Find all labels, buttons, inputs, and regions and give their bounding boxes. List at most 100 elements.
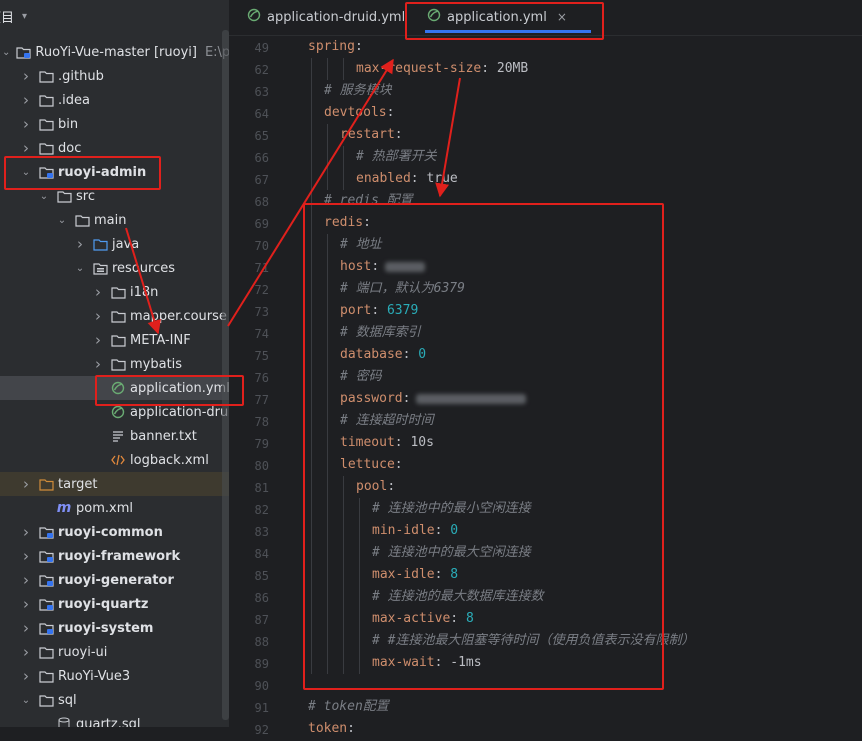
project-panel-title: 项目 bbox=[0, 10, 15, 26]
tab-label: application-druid.yml bbox=[267, 9, 406, 25]
line-number: 92 bbox=[254, 723, 269, 737]
tree-item-ruoyi-generator[interactable]: › ruoyi-generator bbox=[0, 568, 229, 592]
line-number: 86 bbox=[254, 591, 269, 605]
chevron-right-icon[interactable]: › bbox=[20, 475, 32, 493]
chevron-right-icon[interactable]: › bbox=[20, 67, 32, 85]
yaml-value: : 20MB bbox=[481, 61, 529, 76]
yaml-comment: # 热部署开关 bbox=[356, 149, 437, 164]
line-number: 81 bbox=[254, 481, 269, 495]
tree-item-ruoyi-ui[interactable]: › ruoyi-ui bbox=[0, 640, 229, 664]
chevron-right-icon[interactable]: › bbox=[20, 91, 32, 109]
tree-item-label: META-INF bbox=[130, 332, 191, 348]
line-number: 82 bbox=[254, 503, 269, 517]
sql-file-icon bbox=[56, 717, 72, 727]
chevron-right-icon[interactable]: › bbox=[92, 355, 104, 373]
chevron-right-icon[interactable]: › bbox=[20, 523, 32, 541]
folder-icon bbox=[38, 117, 54, 131]
chevron-right-icon[interactable]: › bbox=[20, 619, 32, 637]
yaml-value: : bbox=[347, 721, 355, 736]
annotation-box-ruoyi-admin bbox=[4, 156, 161, 190]
source-folder-icon bbox=[92, 237, 108, 251]
tree-item-label: doc bbox=[58, 140, 82, 156]
code-line[interactable]: # 服务模块 bbox=[324, 80, 392, 102]
code-line[interactable]: restart: bbox=[340, 124, 403, 146]
chevron-down-icon[interactable]: ⌄ bbox=[56, 215, 68, 226]
tree-item-ruoyi-quartz[interactable]: › ruoyi-quartz bbox=[0, 592, 229, 616]
indent-guide bbox=[327, 124, 328, 146]
tree-item-label: RuoYi-Vue3 bbox=[58, 668, 131, 684]
chevron-down-icon[interactable]: ⌄ bbox=[38, 191, 50, 202]
tree-item-ruoyi-vue3[interactable]: › RuoYi-Vue3 bbox=[0, 664, 229, 688]
code-line[interactable]: enabled: true bbox=[356, 168, 458, 190]
yaml-key: spring bbox=[308, 39, 355, 54]
tree-item-pom-xml[interactable]: m pom.xml bbox=[0, 496, 229, 520]
tree-item-meta-inf[interactable]: › META-INF bbox=[0, 328, 229, 352]
annotation-box-application-yml-file bbox=[95, 375, 244, 406]
line-number: 49 bbox=[254, 41, 269, 55]
tree-item-ruoyi-common[interactable]: › ruoyi-common bbox=[0, 520, 229, 544]
code-line[interactable]: # 热部署开关 bbox=[356, 146, 437, 168]
tree-item-target[interactable]: › target bbox=[0, 472, 229, 496]
project-panel-header[interactable]: 项目 ▾ bbox=[0, 0, 229, 32]
chevron-right-icon[interactable]: › bbox=[92, 331, 104, 349]
tree-item-ruoyi-framework[interactable]: › ruoyi-framework bbox=[0, 544, 229, 568]
tree-item-java[interactable]: › java bbox=[0, 232, 229, 256]
tree-item-mapper-course[interactable]: › mapper.course bbox=[0, 304, 229, 328]
chevron-right-icon[interactable]: › bbox=[20, 643, 32, 661]
code-line[interactable]: token: bbox=[308, 718, 355, 740]
folder-icon bbox=[110, 333, 126, 347]
module-folder-icon bbox=[38, 597, 54, 611]
tree-item-i18n[interactable]: › i18n bbox=[0, 280, 229, 304]
chevron-right-icon[interactable]: › bbox=[20, 667, 32, 685]
chevron-right-icon[interactable]: › bbox=[20, 595, 32, 613]
code-line[interactable]: spring: bbox=[308, 36, 363, 58]
tree-item-quartz-sql[interactable]: quartz.sql bbox=[0, 712, 229, 727]
indent-guide bbox=[327, 168, 328, 190]
module-icon bbox=[16, 45, 31, 59]
tree-item-ruoyi-vue-master-ruoyi[interactable]: ⌄RuoYi-Vue-master [ruoyi]E:\pers bbox=[0, 40, 229, 64]
yaml-key: restart bbox=[340, 127, 395, 142]
folder-icon bbox=[38, 93, 54, 107]
chevron-down-icon[interactable]: ▾ bbox=[22, 11, 27, 22]
tree-item-mybatis[interactable]: › mybatis bbox=[0, 352, 229, 376]
tree-item-main[interactable]: ⌄ main bbox=[0, 208, 229, 232]
tree-item-banner-txt[interactable]: banner.txt bbox=[0, 424, 229, 448]
tree-item-bin[interactable]: › bin bbox=[0, 112, 229, 136]
tree-item-label: banner.txt bbox=[130, 428, 197, 444]
tab-application-druid-yml[interactable]: application-druid.yml bbox=[239, 0, 407, 34]
tree-item-label: ruoyi-common bbox=[58, 524, 163, 540]
xml-file-icon bbox=[110, 453, 126, 467]
code-line[interactable]: max-request-size: 20MB bbox=[356, 58, 528, 80]
tree-item-sql[interactable]: ⌄ sql bbox=[0, 688, 229, 712]
yaml-comment: # 服务模块 bbox=[324, 83, 392, 98]
chevron-down-icon[interactable]: ⌄ bbox=[74, 263, 86, 274]
chevron-right-icon[interactable]: › bbox=[92, 283, 104, 301]
chevron-down-icon[interactable]: ⌄ bbox=[2, 47, 10, 58]
yaml-key: enabled bbox=[356, 171, 411, 186]
folder-icon bbox=[110, 285, 126, 299]
line-number: 67 bbox=[254, 173, 269, 187]
indent-guide bbox=[311, 58, 312, 80]
tree-item-github[interactable]: › .github bbox=[0, 64, 229, 88]
tree-item-ruoyi-system[interactable]: › ruoyi-system bbox=[0, 616, 229, 640]
chevron-right-icon[interactable]: › bbox=[92, 307, 104, 325]
tree-item-idea[interactable]: › .idea bbox=[0, 88, 229, 112]
folder-icon bbox=[74, 213, 90, 227]
line-number: 65 bbox=[254, 129, 269, 143]
chevron-right-icon[interactable]: › bbox=[20, 547, 32, 565]
code-line[interactable]: # token配置 bbox=[308, 696, 389, 718]
tree-item-logback-xml[interactable]: logback.xml bbox=[0, 448, 229, 472]
code-line[interactable]: devtools: bbox=[324, 102, 394, 124]
yaml-value: : bbox=[354, 39, 363, 54]
resources-folder-icon bbox=[92, 261, 108, 275]
chevron-right-icon[interactable]: › bbox=[20, 139, 32, 157]
folder-icon bbox=[110, 309, 126, 323]
chevron-right-icon[interactable]: › bbox=[74, 235, 86, 253]
chevron-right-icon[interactable]: › bbox=[20, 115, 32, 133]
excluded-folder-icon bbox=[38, 477, 54, 491]
tree-item-resources[interactable]: ⌄ resources bbox=[0, 256, 229, 280]
chevron-right-icon[interactable]: › bbox=[20, 571, 32, 589]
chevron-down-icon[interactable]: ⌄ bbox=[20, 695, 32, 706]
line-number: 91 bbox=[254, 701, 269, 715]
tree-item-label: resources bbox=[112, 260, 176, 276]
